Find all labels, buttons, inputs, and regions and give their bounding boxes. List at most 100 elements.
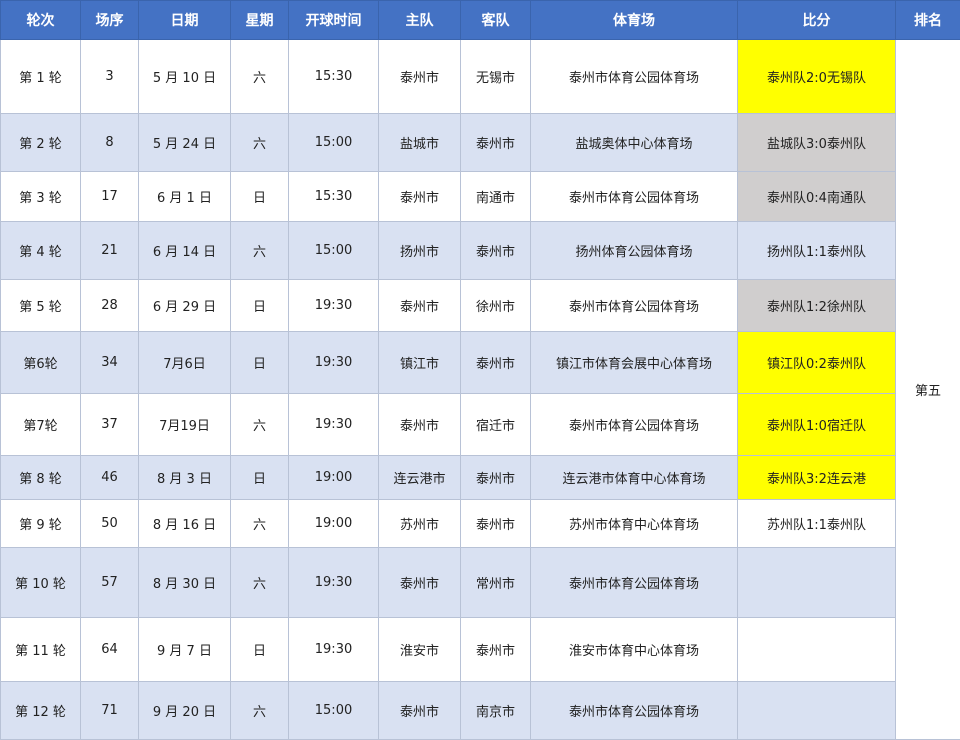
cell-seq: 28	[81, 280, 139, 332]
cell-away: 徐州市	[461, 280, 531, 332]
cell-away: 南通市	[461, 172, 531, 222]
cell-round: 第 10 轮	[1, 548, 81, 618]
header-stadium: 体育场	[531, 1, 738, 40]
cell-date: 8 月 16 日	[139, 500, 231, 548]
cell-stadium: 泰州市体育公园体育场	[531, 172, 738, 222]
cell-round: 第 2 轮	[1, 114, 81, 172]
cell-home: 扬州市	[379, 222, 461, 280]
cell-stadium: 泰州市体育公园体育场	[531, 40, 738, 114]
cell-weekday: 日	[231, 456, 289, 500]
cell-home: 淮安市	[379, 618, 461, 682]
cell-date: 6 月 29 日	[139, 280, 231, 332]
cell-home: 盐城市	[379, 114, 461, 172]
cell-home: 镇江市	[379, 332, 461, 394]
cell-score: 盐城队3:0泰州队	[738, 114, 896, 172]
cell-score: 泰州队2:0无锡队	[738, 40, 896, 114]
cell-weekday: 六	[231, 548, 289, 618]
cell-away: 泰州市	[461, 456, 531, 500]
cell-seq: 46	[81, 456, 139, 500]
cell-date: 7月6日	[139, 332, 231, 394]
cell-seq: 8	[81, 114, 139, 172]
cell-round: 第6轮	[1, 332, 81, 394]
cell-round: 第 1 轮	[1, 40, 81, 114]
table-row: 第 8 轮468 月 3 日日19:00连云港市泰州市连云港市体育中心体育场泰州…	[1, 456, 960, 500]
cell-score: 苏州队1:1泰州队	[738, 500, 896, 548]
table-row: 第 11 轮649 月 7 日日19:30淮安市泰州市淮安市体育中心体育场	[1, 618, 960, 682]
cell-away: 无锡市	[461, 40, 531, 114]
header-home: 主队	[379, 1, 461, 40]
cell-seq: 21	[81, 222, 139, 280]
cell-round: 第 8 轮	[1, 456, 81, 500]
header-away: 客队	[461, 1, 531, 40]
cell-kickoff: 15:30	[289, 172, 379, 222]
header-round: 轮次	[1, 1, 81, 40]
cell-stadium: 泰州市体育公园体育场	[531, 682, 738, 740]
cell-date: 9 月 7 日	[139, 618, 231, 682]
cell-score	[738, 618, 896, 682]
cell-home: 苏州市	[379, 500, 461, 548]
table-row: 第 12 轮719 月 20 日六15:00泰州市南京市泰州市体育公园体育场	[1, 682, 960, 740]
cell-away: 常州市	[461, 548, 531, 618]
table-row: 第 10 轮578 月 30 日六19:30泰州市常州市泰州市体育公园体育场	[1, 548, 960, 618]
cell-score: 扬州队1:1泰州队	[738, 222, 896, 280]
cell-away: 泰州市	[461, 500, 531, 548]
cell-kickoff: 19:30	[289, 280, 379, 332]
cell-kickoff: 19:30	[289, 618, 379, 682]
header-date: 日期	[139, 1, 231, 40]
table-row: 第 4 轮216 月 14 日六15:00扬州市泰州市扬州体育公园体育场扬州队1…	[1, 222, 960, 280]
cell-away: 泰州市	[461, 114, 531, 172]
cell-weekday: 日	[231, 618, 289, 682]
table-row: 第 9 轮508 月 16 日六19:00苏州市泰州市苏州市体育中心体育场苏州队…	[1, 500, 960, 548]
cell-home: 泰州市	[379, 40, 461, 114]
cell-stadium: 泰州市体育公园体育场	[531, 548, 738, 618]
cell-round: 第 3 轮	[1, 172, 81, 222]
schedule-body: 第 1 轮35 月 10 日六15:30泰州市无锡市泰州市体育公园体育场泰州队2…	[1, 40, 960, 740]
cell-score: 泰州队0:4南通队	[738, 172, 896, 222]
cell-stadium: 泰州市体育公园体育场	[531, 280, 738, 332]
cell-weekday: 日	[231, 332, 289, 394]
cell-date: 8 月 3 日	[139, 456, 231, 500]
match-schedule-table: 轮次 场序 日期 星期 开球时间 主队 客队 体育场 比分 排名 第 1 轮35…	[0, 0, 960, 740]
header-weekday: 星期	[231, 1, 289, 40]
cell-date: 6 月 14 日	[139, 222, 231, 280]
cell-date: 8 月 30 日	[139, 548, 231, 618]
cell-score: 镇江队0:2泰州队	[738, 332, 896, 394]
cell-score	[738, 548, 896, 618]
cell-stadium: 盐城奥体中心体育场	[531, 114, 738, 172]
cell-stadium: 泰州市体育公园体育场	[531, 394, 738, 456]
cell-date: 6 月 1 日	[139, 172, 231, 222]
cell-stadium: 扬州体育公园体育场	[531, 222, 738, 280]
cell-stadium: 镇江市体育会展中心体育场	[531, 332, 738, 394]
cell-home: 泰州市	[379, 548, 461, 618]
table-row: 第 2 轮85 月 24 日六15:00盐城市泰州市盐城奥体中心体育场盐城队3:…	[1, 114, 960, 172]
cell-round: 第 4 轮	[1, 222, 81, 280]
cell-score	[738, 682, 896, 740]
cell-home: 泰州市	[379, 172, 461, 222]
cell-weekday: 六	[231, 222, 289, 280]
cell-stadium: 淮安市体育中心体育场	[531, 618, 738, 682]
cell-score: 泰州队1:2徐州队	[738, 280, 896, 332]
cell-kickoff: 19:00	[289, 456, 379, 500]
cell-score: 泰州队1:0宿迁队	[738, 394, 896, 456]
cell-weekday: 六	[231, 682, 289, 740]
cell-round: 第 9 轮	[1, 500, 81, 548]
header-seq: 场序	[81, 1, 139, 40]
cell-home: 泰州市	[379, 394, 461, 456]
cell-weekday: 六	[231, 394, 289, 456]
table-row: 第7轮377月19日六19:30泰州市宿迁市泰州市体育公园体育场泰州队1:0宿迁…	[1, 394, 960, 456]
header-row: 轮次 场序 日期 星期 开球时间 主队 客队 体育场 比分 排名	[1, 1, 960, 40]
header-score: 比分	[738, 1, 896, 40]
cell-home: 泰州市	[379, 280, 461, 332]
cell-home: 连云港市	[379, 456, 461, 500]
rank-cell: 第五	[896, 40, 960, 740]
cell-kickoff: 15:30	[289, 40, 379, 114]
cell-score: 泰州队3:2连云港	[738, 456, 896, 500]
cell-kickoff: 19:00	[289, 500, 379, 548]
cell-kickoff: 19:30	[289, 548, 379, 618]
table-row: 第6轮347月6日日19:30镇江市泰州市镇江市体育会展中心体育场镇江队0:2泰…	[1, 332, 960, 394]
cell-seq: 34	[81, 332, 139, 394]
cell-weekday: 日	[231, 280, 289, 332]
cell-round: 第 5 轮	[1, 280, 81, 332]
cell-seq: 17	[81, 172, 139, 222]
cell-weekday: 六	[231, 500, 289, 548]
